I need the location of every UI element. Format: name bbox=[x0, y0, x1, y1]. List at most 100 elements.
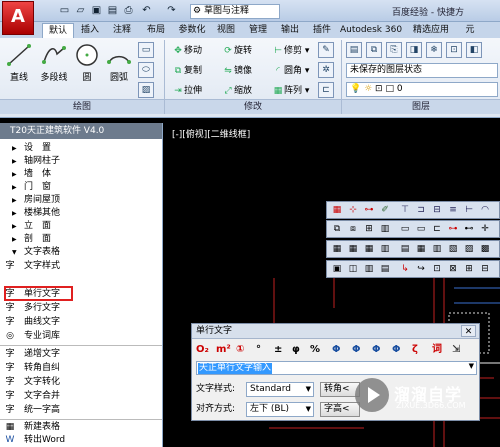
undo-icon[interactable]: ↶ bbox=[140, 4, 153, 17]
degree-symbol-button[interactable]: ° bbox=[256, 343, 261, 357]
rebar-grade-1-button[interactable]: Φ bbox=[332, 343, 341, 357]
search-box[interactable]: 百度经验 - 快捷方 bbox=[392, 5, 464, 18]
layer-copy-icon[interactable]: ⧉ bbox=[331, 223, 343, 235]
curve-tool-icon[interactable]: ↪ bbox=[415, 263, 427, 275]
tab-autodesk360[interactable]: Autodesk 360 bbox=[338, 23, 404, 38]
menu-item-increment-text[interactable]: 字递增文字 bbox=[0, 348, 162, 361]
menu-category-settings[interactable]: ▶ 设 置 bbox=[0, 142, 162, 155]
rotate-tool[interactable]: ⟳ 旋转 bbox=[222, 44, 252, 58]
table-icon[interactable]: ▦ bbox=[331, 243, 343, 255]
layer-lock-icon[interactable]: ⊡ bbox=[446, 42, 462, 58]
image-icon[interactable]: ▣ bbox=[331, 263, 343, 275]
menu-category-axis-column[interactable]: ▶ 轴网柱子 bbox=[0, 155, 162, 168]
arrow-tool-icon[interactable]: ↳ bbox=[399, 263, 411, 275]
array-tool[interactable]: ▦ 阵列 ▾ bbox=[272, 84, 310, 98]
tool-icon[interactable]: ✐ bbox=[379, 204, 391, 216]
explode-icon[interactable]: ✲ bbox=[318, 62, 334, 78]
shape-tool-icon[interactable]: ⊡ bbox=[431, 263, 443, 275]
column-icon[interactable]: ⊶ bbox=[363, 204, 375, 216]
workspace-selector[interactable]: ⚙ 草图与注释 bbox=[190, 4, 280, 19]
menu-item-text-merge[interactable]: 字文字合并 bbox=[0, 390, 162, 403]
frame-icon[interactable]: ▭ bbox=[399, 223, 411, 235]
subscript-symbol-button[interactable]: O₂ bbox=[196, 343, 209, 357]
copy-tool[interactable]: ⧉ 复制 bbox=[172, 64, 202, 78]
text-style-select[interactable]: Standard ▼ bbox=[246, 382, 314, 397]
layers-group-label[interactable]: 图层 bbox=[342, 99, 500, 114]
menu-item-rotate-correct[interactable]: 字转角自纠 bbox=[0, 362, 162, 375]
dimension-icon[interactable]: ⊢ bbox=[463, 204, 475, 216]
layer-state-dropdown[interactable]: 未保存的图层状态 bbox=[346, 63, 498, 78]
tab-insert[interactable]: 插入 bbox=[76, 23, 104, 38]
redo-icon[interactable]: ↷ bbox=[165, 4, 178, 17]
menu-item-curve-text[interactable]: 字曲线文字 bbox=[0, 316, 162, 329]
table9-icon[interactable]: ▨ bbox=[463, 243, 475, 255]
table8-icon[interactable]: ▧ bbox=[447, 243, 459, 255]
window-icon[interactable]: ⊟ bbox=[431, 204, 443, 216]
join-icon[interactable]: ⊷ bbox=[463, 223, 475, 235]
move-tool[interactable]: ✥ 移动 bbox=[172, 44, 202, 58]
menu-category-wall[interactable]: ▶ 墙 体 bbox=[0, 168, 162, 181]
modify-group-label[interactable]: 修改 bbox=[165, 99, 341, 114]
menu-category-text-table[interactable]: ▼ 文字表格 bbox=[0, 246, 162, 259]
menu-category-elevation[interactable]: ▶ 立 面 bbox=[0, 220, 162, 233]
shape2-tool-icon[interactable]: ⊠ bbox=[447, 263, 459, 275]
table2-icon[interactable]: ▦ bbox=[347, 243, 359, 255]
save-as-icon[interactable]: ▤ bbox=[106, 4, 119, 17]
floating-toolbar-2[interactable]: ⧉ ⧈ ⊞ ▥ ▭ ▭ ⊏ ⊶ ⊷ ✛ bbox=[326, 220, 500, 238]
mirror-tool[interactable]: ⇋ 镜像 bbox=[222, 64, 252, 78]
arc-dim-icon[interactable]: ◠ bbox=[479, 204, 491, 216]
menu-category-stair-other[interactable]: ▶ 楼梯其他 bbox=[0, 207, 162, 220]
menu-category-door-window[interactable]: ▶ 门 窗 bbox=[0, 181, 162, 194]
menu-item-export-word[interactable]: W 转出Word bbox=[0, 434, 162, 447]
node-icon[interactable]: ⊶ bbox=[447, 223, 459, 235]
arc-tool[interactable]: 圆弧 bbox=[104, 42, 134, 83]
image4-icon[interactable]: ▤ bbox=[379, 263, 391, 275]
axis-icon[interactable]: ⊹ bbox=[347, 204, 359, 216]
layer-paste-icon[interactable]: ⧈ bbox=[347, 223, 359, 235]
layer-previous-icon[interactable]: ⎘ bbox=[386, 42, 402, 58]
phi-button[interactable]: φ bbox=[292, 343, 300, 357]
tab-manage[interactable]: 管理 bbox=[244, 23, 272, 38]
layer-freeze-icon[interactable]: ❄ bbox=[426, 42, 442, 58]
tab-more[interactable]: 元 bbox=[460, 23, 480, 38]
floating-toolbar-4[interactable]: ▣ ◫ ▥ ▤ ↳ ↪ ⊡ ⊠ ⊞ ⊟ bbox=[326, 260, 500, 278]
circle-tool[interactable]: 圆 bbox=[72, 42, 102, 83]
menu-category-room-roof[interactable]: ▶ 房间屋顶 bbox=[0, 194, 162, 207]
frame2-icon[interactable]: ▭ bbox=[415, 223, 427, 235]
tab-annotate[interactable]: 注释 bbox=[108, 23, 136, 38]
rebar-grade-3-button[interactable]: Φ bbox=[372, 343, 381, 357]
save-icon[interactable]: ▣ bbox=[90, 4, 103, 17]
layer-match-icon[interactable]: ⧉ bbox=[366, 42, 382, 58]
table4-icon[interactable]: ▥ bbox=[379, 243, 391, 255]
table10-icon[interactable]: ▩ bbox=[479, 243, 491, 255]
erase-icon[interactable]: ✎ bbox=[318, 42, 334, 58]
tab-layout[interactable]: 布局 bbox=[142, 23, 170, 38]
tab-default[interactable]: 默认 bbox=[42, 23, 74, 38]
text-height-button[interactable]: 字高< bbox=[320, 402, 360, 417]
rebar-grade-2-button[interactable]: Φ bbox=[352, 343, 361, 357]
draw-group-label[interactable]: 绘图 bbox=[0, 99, 164, 114]
rebar-grade-4-button[interactable]: Φ bbox=[392, 343, 401, 357]
open-folder-icon[interactable]: ▱ bbox=[74, 4, 87, 17]
table6-icon[interactable]: ▦ bbox=[415, 243, 427, 255]
plus-minus-button[interactable]: ± bbox=[274, 343, 282, 357]
grid-icon[interactable]: ▦ bbox=[331, 204, 343, 216]
shape4-tool-icon[interactable]: ⊟ bbox=[479, 263, 491, 275]
trim-tool[interactable]: ⊢ 修剪 ▾ bbox=[272, 44, 309, 58]
tab-featured-apps[interactable]: 精选应用 bbox=[408, 23, 454, 38]
scale-tool[interactable]: ⤢ 缩放 bbox=[222, 84, 252, 98]
door-icon[interactable]: ⊐ bbox=[415, 204, 427, 216]
menu-item-text-style[interactable]: 字文字样式 bbox=[0, 260, 162, 273]
viewport-controls[interactable]: [-][俯视][二维线框] bbox=[172, 127, 250, 140]
menu-item-unify-height[interactable]: 字统一字高 bbox=[0, 404, 162, 417]
lexicon-button[interactable]: 词 bbox=[432, 343, 442, 357]
stair-icon[interactable]: ≡ bbox=[447, 204, 459, 216]
shape3-tool-icon[interactable]: ⊞ bbox=[463, 263, 475, 275]
superscript-symbol-button[interactable]: m² bbox=[216, 343, 231, 357]
text-content-input[interactable]: 天正单行文字输入 ▼ bbox=[196, 361, 477, 375]
layer-off-icon[interactable]: ◧ bbox=[466, 42, 482, 58]
circled-number-button[interactable]: ① bbox=[236, 343, 244, 357]
tab-plugins[interactable]: 插件 bbox=[308, 23, 336, 38]
layer-isolate-icon[interactable]: ◨ bbox=[406, 42, 422, 58]
offset-icon[interactable]: ⊏ bbox=[318, 82, 334, 98]
